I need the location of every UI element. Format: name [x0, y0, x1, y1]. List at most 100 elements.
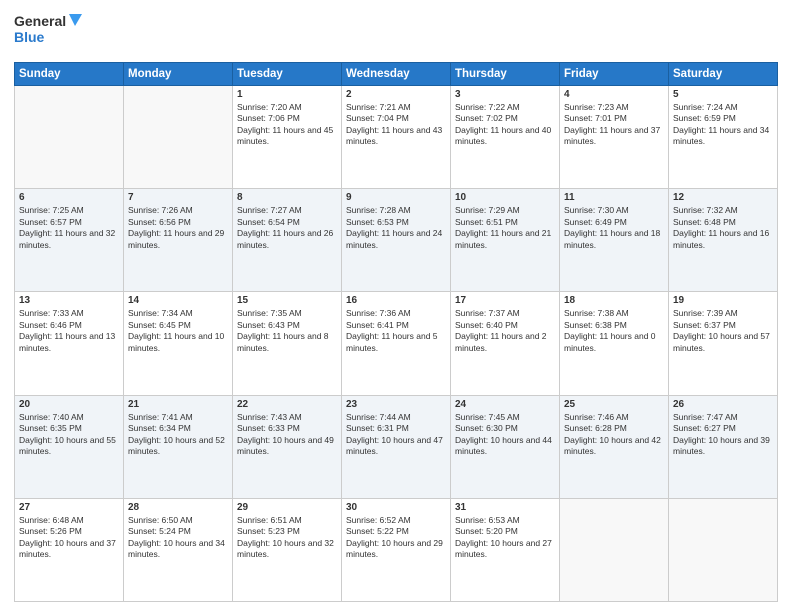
day-info: Sunrise: 7:38 AMSunset: 6:38 PMDaylight:… [564, 308, 664, 354]
day-cell: 4 Sunrise: 7:23 AMSunset: 7:01 PMDaylight… [560, 86, 669, 189]
day-number: 22 [237, 399, 337, 410]
day-info: Sunrise: 7:20 AMSunset: 7:06 PMDaylight:… [237, 102, 337, 148]
day-number: 24 [455, 399, 555, 410]
day-info: Sunrise: 7:28 AMSunset: 6:53 PMDaylight:… [346, 205, 446, 251]
day-number: 10 [455, 192, 555, 203]
day-header-friday: Friday [560, 63, 669, 86]
day-info: Sunrise: 6:53 AMSunset: 5:20 PMDaylight:… [455, 515, 555, 561]
day-cell: 21 Sunrise: 7:41 AMSunset: 6:34 PMDayligh… [124, 395, 233, 498]
day-cell: 8 Sunrise: 7:27 AMSunset: 6:54 PMDaylight… [233, 189, 342, 292]
day-number: 14 [128, 295, 228, 306]
day-cell: 19 Sunrise: 7:39 AMSunset: 6:37 PMDayligh… [669, 292, 778, 395]
day-number: 16 [346, 295, 446, 306]
day-info: Sunrise: 7:41 AMSunset: 6:34 PMDaylight:… [128, 412, 228, 458]
day-number: 11 [564, 192, 664, 203]
day-cell: 15 Sunrise: 7:35 AMSunset: 6:43 PMDayligh… [233, 292, 342, 395]
day-info: Sunrise: 7:43 AMSunset: 6:33 PMDaylight:… [237, 412, 337, 458]
day-info: Sunrise: 7:29 AMSunset: 6:51 PMDaylight:… [455, 205, 555, 251]
day-number: 18 [564, 295, 664, 306]
day-cell: 1 Sunrise: 7:20 AMSunset: 7:06 PMDaylight… [233, 86, 342, 189]
day-cell: 13 Sunrise: 7:33 AMSunset: 6:46 PMDayligh… [15, 292, 124, 395]
day-info: Sunrise: 7:47 AMSunset: 6:27 PMDaylight:… [673, 412, 773, 458]
day-info: Sunrise: 7:21 AMSunset: 7:04 PMDaylight:… [346, 102, 446, 148]
day-cell: 9 Sunrise: 7:28 AMSunset: 6:53 PMDaylight… [342, 189, 451, 292]
day-cell [560, 498, 669, 601]
day-number: 31 [455, 502, 555, 513]
day-cell: 12 Sunrise: 7:32 AMSunset: 6:48 PMDayligh… [669, 189, 778, 292]
day-number: 15 [237, 295, 337, 306]
day-cell: 31 Sunrise: 6:53 AMSunset: 5:20 PMDayligh… [451, 498, 560, 601]
day-info: Sunrise: 7:39 AMSunset: 6:37 PMDaylight:… [673, 308, 773, 354]
day-number: 28 [128, 502, 228, 513]
day-cell: 27Sunrise: 6:48 AMSunset: 5:26 PMDayligh… [15, 498, 124, 601]
day-header-tuesday: Tuesday [233, 63, 342, 86]
day-number: 17 [455, 295, 555, 306]
day-info: Sunrise: 7:25 AMSunset: 6:57 PMDaylight:… [19, 205, 119, 251]
day-header-thursday: Thursday [451, 63, 560, 86]
week-row-1: 1 Sunrise: 7:20 AMSunset: 7:06 PMDaylight… [15, 86, 778, 189]
day-number: 9 [346, 192, 446, 203]
day-cell: 5Sunrise: 7:24 AMSunset: 6:59 PMDaylight… [669, 86, 778, 189]
header-row: SundayMondayTuesdayWednesdayThursdayFrid… [15, 63, 778, 86]
day-info: Sunrise: 7:35 AMSunset: 6:43 PMDaylight:… [237, 308, 337, 354]
day-header-wednesday: Wednesday [342, 63, 451, 86]
day-info: Sunrise: 7:37 AMSunset: 6:40 PMDaylight:… [455, 308, 555, 354]
day-number: 20 [19, 399, 119, 410]
day-cell: 20 Sunrise: 7:40 AMSunset: 6:35 PMDayligh… [15, 395, 124, 498]
day-number: 23 [346, 399, 446, 410]
day-cell [669, 498, 778, 601]
week-row-2: 6Sunrise: 7:25 AMSunset: 6:57 PMDaylight… [15, 189, 778, 292]
day-info: Sunrise: 7:22 AMSunset: 7:02 PMDaylight:… [455, 102, 555, 148]
day-info: Sunrise: 7:27 AMSunset: 6:54 PMDaylight:… [237, 205, 337, 251]
day-number: 4 [564, 89, 664, 100]
day-info: Sunrise: 7:40 AMSunset: 6:35 PMDaylight:… [19, 412, 119, 458]
day-header-saturday: Saturday [669, 63, 778, 86]
day-number: 30 [346, 502, 446, 513]
day-number: 25 [564, 399, 664, 410]
day-info: Sunrise: 7:34 AMSunset: 6:45 PMDaylight:… [128, 308, 228, 354]
day-number: 8 [237, 192, 337, 203]
header: General Blue [14, 10, 778, 54]
day-number: 19 [673, 295, 773, 306]
day-info: Sunrise: 7:44 AMSunset: 6:31 PMDaylight:… [346, 412, 446, 458]
logo: General Blue [14, 10, 84, 54]
day-cell: 3Sunrise: 7:22 AMSunset: 7:02 PMDaylight… [451, 86, 560, 189]
day-info: Sunrise: 7:32 AMSunset: 6:48 PMDaylight:… [673, 205, 773, 251]
day-number: 12 [673, 192, 773, 203]
day-cell: 30 Sunrise: 6:52 AMSunset: 5:22 PMDayligh… [342, 498, 451, 601]
day-number: 21 [128, 399, 228, 410]
day-cell: 25Sunrise: 7:46 AMSunset: 6:28 PMDayligh… [560, 395, 669, 498]
day-header-monday: Monday [124, 63, 233, 86]
day-header-sunday: Sunday [15, 63, 124, 86]
week-row-5: 27Sunrise: 6:48 AMSunset: 5:26 PMDayligh… [15, 498, 778, 601]
day-cell: 18 Sunrise: 7:38 AMSunset: 6:38 PMDayligh… [560, 292, 669, 395]
day-info: Sunrise: 6:52 AMSunset: 5:22 PMDaylight:… [346, 515, 446, 561]
day-info: Sunrise: 7:33 AMSunset: 6:46 PMDaylight:… [19, 308, 119, 354]
day-number: 7 [128, 192, 228, 203]
day-info: Sunrise: 6:50 AMSunset: 5:24 PMDaylight:… [128, 515, 228, 561]
day-info: Sunrise: 6:48 AMSunset: 5:26 PMDaylight:… [19, 515, 119, 561]
day-cell: 26Sunrise: 7:47 AMSunset: 6:27 PMDayligh… [669, 395, 778, 498]
day-cell: 17 Sunrise: 7:37 AMSunset: 6:40 PMDayligh… [451, 292, 560, 395]
day-number: 1 [237, 89, 337, 100]
logo-svg: General Blue [14, 10, 84, 54]
svg-text:Blue: Blue [14, 29, 45, 45]
day-info: Sunrise: 6:51 AMSunset: 5:23 PMDaylight:… [237, 515, 337, 561]
day-cell: 6Sunrise: 7:25 AMSunset: 6:57 PMDaylight… [15, 189, 124, 292]
day-cell: 24Sunrise: 7:45 AMSunset: 6:30 PMDayligh… [451, 395, 560, 498]
day-cell: 7Sunrise: 7:26 AMSunset: 6:56 PMDaylight… [124, 189, 233, 292]
day-cell: 22 Sunrise: 7:43 AMSunset: 6:33 PMDayligh… [233, 395, 342, 498]
day-info: Sunrise: 7:23 AMSunset: 7:01 PMDaylight:… [564, 102, 664, 148]
day-cell [124, 86, 233, 189]
day-cell: 10 Sunrise: 7:29 AMSunset: 6:51 PMDayligh… [451, 189, 560, 292]
day-number: 13 [19, 295, 119, 306]
day-cell: 2 Sunrise: 7:21 AMSunset: 7:04 PMDaylight… [342, 86, 451, 189]
week-row-4: 20 Sunrise: 7:40 AMSunset: 6:35 PMDayligh… [15, 395, 778, 498]
day-number: 2 [346, 89, 446, 100]
day-cell: 11 Sunrise: 7:30 AMSunset: 6:49 PMDayligh… [560, 189, 669, 292]
day-number: 29 [237, 502, 337, 513]
day-number: 5 [673, 89, 773, 100]
calendar-table: SundayMondayTuesdayWednesdayThursdayFrid… [14, 62, 778, 602]
day-info: Sunrise: 7:30 AMSunset: 6:49 PMDaylight:… [564, 205, 664, 251]
day-cell [15, 86, 124, 189]
